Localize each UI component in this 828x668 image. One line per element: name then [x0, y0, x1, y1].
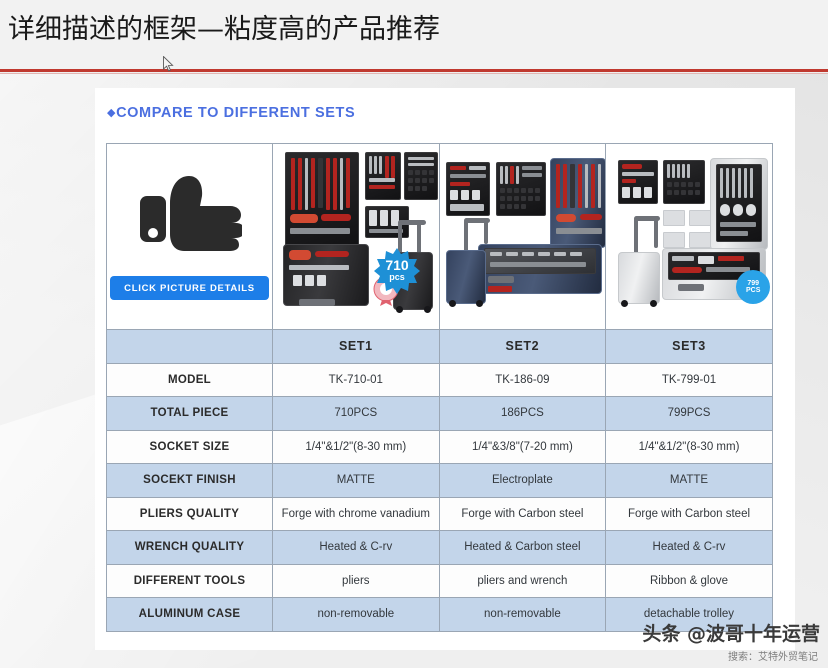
- cell-pliers-quality-set3: Forge with Carbon steel: [605, 496, 773, 531]
- promo-cell[interactable]: CLICK PICTURE DETAILS: [106, 143, 273, 330]
- slide-root: 详细描述的框架—粘度高的产品推荐 ◆COMPARE TO DIFFERENT S…: [0, 0, 828, 668]
- cell-total-piece-set2: 186PCS: [438, 396, 607, 431]
- row-label-model: MODEL: [106, 362, 273, 397]
- compare-heading: ◆COMPARE TO DIFFERENT SETS: [107, 105, 355, 121]
- product-photo-set1[interactable]: 710 pcs: [272, 143, 440, 330]
- table-row: MODEL TK-710-01 TK-186-09 TK-799-01: [106, 362, 773, 397]
- cell-wrench-quality-set2: Heated & Carbon steel: [438, 530, 607, 565]
- page-title: 详细描述的框架—粘度高的产品推荐: [8, 14, 440, 45]
- row-label-aluminum-case: ALUMINUM CASE: [106, 597, 273, 632]
- photo-inner-set2: [439, 144, 606, 329]
- row-label-pliers-quality: PLIERS QUALITY: [106, 496, 273, 531]
- cell-different-tools-set2: pliers and wrench: [438, 563, 607, 598]
- row-label-total-piece: TOTAL PIECE: [106, 396, 273, 431]
- table-row: SOCKET SIZE 1/4"&1/2"(8-30 mm) 1/4"&3/8"…: [106, 429, 773, 464]
- row-label-different-tools: DIFFERENT TOOLS: [106, 563, 273, 598]
- table-row: PLIERS QUALITY Forge with chrome vanadiu…: [106, 496, 773, 531]
- watermark-sub: 搜索：艾特外贸笔记: [728, 652, 818, 663]
- table-row: DIFFERENT TOOLS pliers pliers and wrench…: [106, 563, 773, 598]
- cell-total-piece-set1: 710PCS: [272, 396, 440, 431]
- column-header-set2: SET2: [438, 329, 607, 364]
- cell-pliers-quality-set1: Forge with chrome vanadium: [272, 496, 440, 531]
- product-photo-set2[interactable]: [438, 143, 607, 330]
- compare-heading-text: COMPARE TO DIFFERENT SETS: [116, 105, 356, 121]
- badge-710-pcs: 710 pcs: [374, 248, 420, 294]
- cell-different-tools-set1: pliers: [272, 563, 440, 598]
- row-label-socket-finish: SOCEKT FINISH: [106, 463, 273, 498]
- cell-socket-size-set3: 1/4"&1/2"(8-30 mm): [605, 429, 773, 464]
- cell-wrench-quality-set3: Heated & C-rv: [605, 530, 773, 565]
- product-photo-set3[interactable]: 799 PCS: [605, 143, 773, 330]
- table-row-header: SET1 SET2 SET3: [106, 329, 773, 364]
- cell-total-piece-set3: 799PCS: [605, 396, 773, 431]
- table-row-images: CLICK PICTURE DETAILS 710 pcs 799 PCS: [106, 143, 773, 330]
- cell-model-set1: TK-710-01: [272, 362, 440, 397]
- table-row: TOTAL PIECE 710PCS 186PCS 799PCS: [106, 396, 773, 431]
- cell-model-set3: TK-799-01: [605, 362, 773, 397]
- cell-model-set2: TK-186-09: [438, 362, 607, 397]
- photo-inner-set3: 799 PCS: [606, 144, 772, 329]
- badge-799-pcs: 799 PCS: [736, 270, 771, 304]
- svg-text:pcs: pcs: [389, 272, 405, 282]
- promo-inner: CLICK PICTURE DETAILS: [107, 144, 272, 329]
- column-header-set3: SET3: [605, 329, 773, 364]
- cell-different-tools-set3: Ribbon & glove: [605, 563, 773, 598]
- cell-pliers-quality-set2: Forge with Carbon steel: [438, 496, 607, 531]
- row-label-socket-size: SOCKET SIZE: [106, 429, 273, 464]
- cell-socket-finish-set2: Electroplate: [438, 463, 607, 498]
- comparison-table: CLICK PICTURE DETAILS 710 pcs 799 PCS SE…: [106, 143, 773, 632]
- column-header-set1: SET1: [272, 329, 440, 364]
- cell-aluminum-case-set2: non-removable: [438, 597, 607, 632]
- cell-socket-size-set1: 1/4"&1/2"(8-30 mm): [272, 429, 440, 464]
- table-row: SOCEKT FINISH MATTE Electroplate MATTE: [106, 463, 773, 498]
- svg-text:710: 710: [385, 257, 409, 273]
- cell-wrench-quality-set1: Heated & C-rv: [272, 530, 440, 565]
- slide-header: 详细描述的框架—粘度高的产品推荐: [0, 0, 828, 70]
- cell-socket-finish-set1: MATTE: [272, 463, 440, 498]
- row-header-label: [106, 329, 273, 364]
- photo-inner-set1: 710 pcs: [273, 144, 439, 329]
- click-picture-details-button[interactable]: CLICK PICTURE DETAILS: [110, 275, 269, 300]
- badge-799-text: 799 PCS: [745, 279, 761, 294]
- watermark-main: 头条 @波哥十年运营: [642, 623, 820, 645]
- cell-socket-finish-set3: MATTE: [605, 463, 773, 498]
- mouse-cursor-icon: [163, 56, 174, 72]
- row-label-wrench-quality: WRENCH QUALITY: [106, 530, 273, 565]
- diamond-bullet-icon: ◆: [107, 107, 117, 119]
- content-panel: ◆COMPARE TO DIFFERENT SETS CLICK PICTURE…: [95, 88, 795, 650]
- cell-socket-size-set2: 1/4"&3/8"(7-20 mm): [438, 429, 607, 464]
- cell-aluminum-case-set1: non-removable: [272, 597, 440, 632]
- table-row: WRENCH QUALITY Heated & C-rv Heated & Ca…: [106, 530, 773, 565]
- pointing-hand-icon: [139, 175, 242, 251]
- header-divider: [0, 69, 828, 72]
